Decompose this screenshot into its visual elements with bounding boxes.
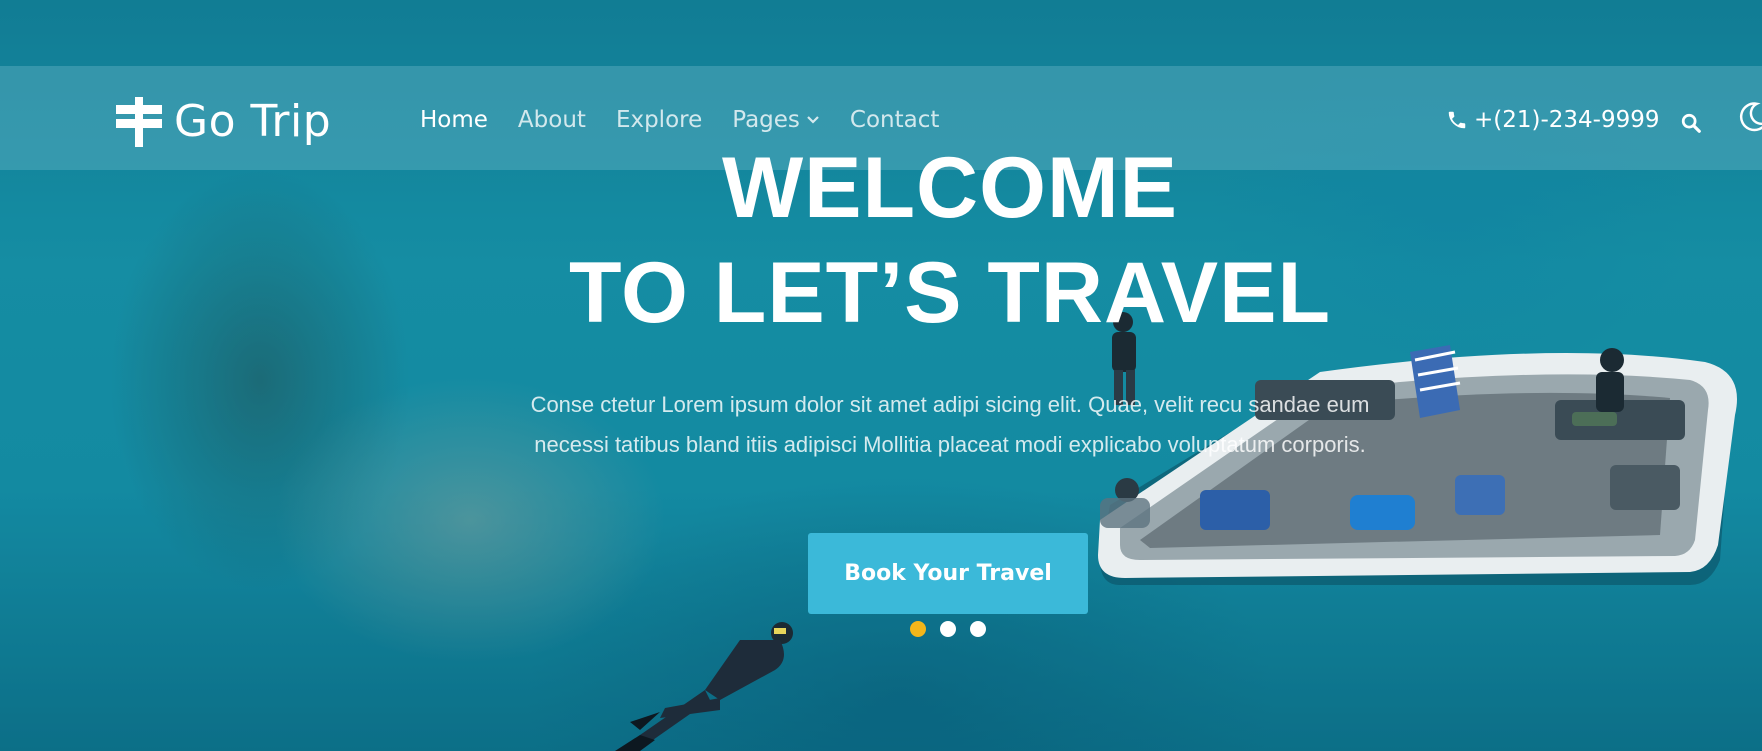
slide-dot-3[interactable] (970, 621, 986, 637)
signpost-icon (116, 96, 162, 147)
nav-home[interactable]: Home (420, 107, 488, 133)
nav-contact[interactable]: Contact (850, 107, 939, 133)
slide-dot-1[interactable] (910, 621, 926, 637)
nav-explore[interactable]: Explore (616, 107, 702, 133)
hero-description-line2: necessi tatibus bland itiis adipisci Mol… (534, 432, 1366, 457)
phone-icon (1448, 111, 1466, 129)
hero-description: Conse ctetur Lorem ipsum dolor sit amet … (400, 385, 1500, 465)
phone-contact[interactable]: +(21)-234-9999 (1446, 107, 1660, 133)
nav-pages-label: Pages (732, 107, 800, 133)
book-travel-button[interactable]: Book Your Travel (808, 533, 1088, 614)
brand-logo[interactable]: Go Trip (116, 96, 331, 147)
nav-pages[interactable]: Pages (732, 107, 820, 133)
moon-icon[interactable] (1736, 99, 1762, 135)
hero-title-line1: WELCOME (721, 140, 1179, 236)
slide-dot-2[interactable] (940, 621, 956, 637)
hero-title-line2: TO LET’S TRAVEL (569, 245, 1331, 341)
slider-pagination (910, 621, 1000, 637)
search-icon[interactable] (1680, 112, 1702, 134)
hero-section: Go Trip Home About Explore Pages Contact… (0, 0, 1762, 751)
phone-number: +(21)-234-9999 (1474, 107, 1660, 133)
hero-description-line1: Conse ctetur Lorem ipsum dolor sit amet … (530, 392, 1370, 417)
nav-about[interactable]: About (518, 107, 586, 133)
brand-name: Go Trip (174, 96, 332, 147)
main-nav: Home About Explore Pages Contact (420, 107, 969, 133)
chevron-down-icon (807, 116, 819, 124)
